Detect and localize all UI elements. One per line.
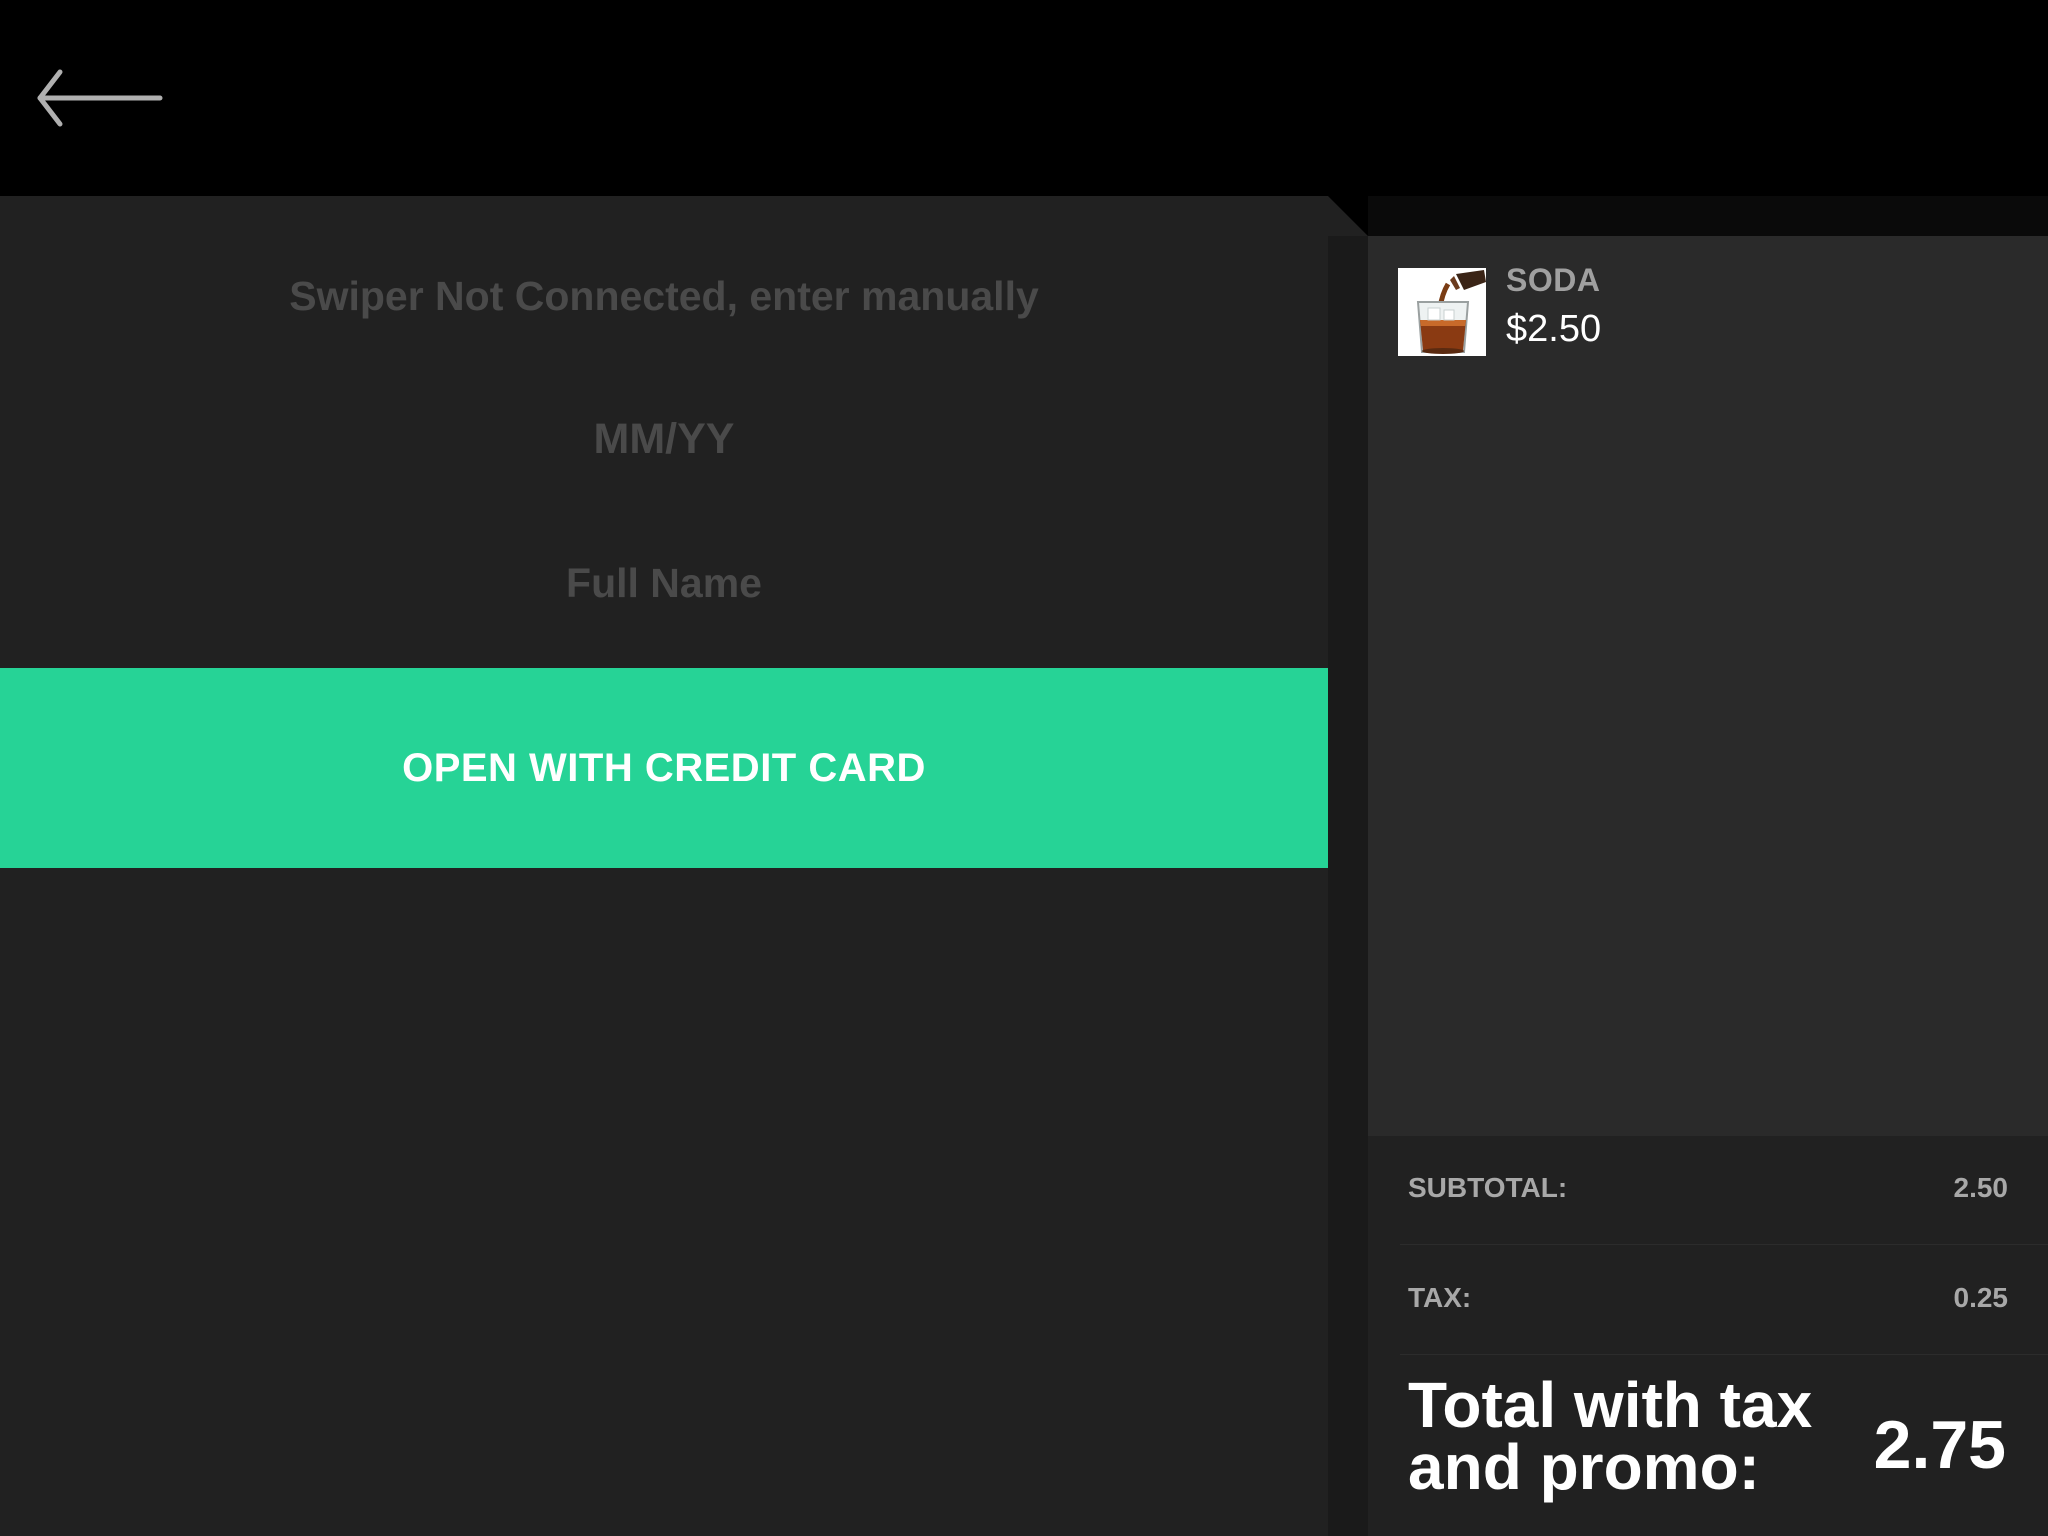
summary-divider <box>1400 1244 2048 1245</box>
panel-divider <box>1328 196 1368 1536</box>
top-bar <box>0 0 2048 196</box>
tax-label: TAX: <box>1408 1282 1472 1313</box>
item-name: SODA <box>1506 262 1601 298</box>
subtotal-value: 2.50 <box>1953 1172 2009 1203</box>
tax-value: 0.25 <box>1953 1282 2009 1313</box>
checkout-screen: Swiper Not Connected, enter manually MM/… <box>0 0 2048 1536</box>
order-header-strip <box>1368 196 2048 236</box>
divider-notch <box>1328 196 1368 236</box>
open-with-credit-card-button[interactable]: OPEN WITH CREDIT CARD <box>0 668 1328 868</box>
subtotal-row: SUBTOTAL: 2.50 <box>1408 1172 2008 1212</box>
tax-row: TAX: 0.25 <box>1408 1282 2008 1322</box>
order-summary: SUBTOTAL: 2.50 TAX: 0.25 Total with tax … <box>1368 1136 2048 1536</box>
item-price: $2.50 <box>1506 308 1602 350</box>
back-button[interactable] <box>30 58 170 138</box>
total-value: 2.75 <box>1873 1407 2006 1483</box>
full-name-field[interactable]: Full Name <box>0 528 1328 638</box>
order-items-list: SODA $2.50 <box>1368 236 2048 1136</box>
expiry-field[interactable]: MM/YY <box>0 384 1328 494</box>
payment-panel: Swiper Not Connected, enter manually MM/… <box>0 196 1328 1536</box>
subtotal-label: SUBTOTAL: <box>1408 1172 1568 1203</box>
summary-divider <box>1400 1354 2048 1355</box>
arrow-left-icon <box>37 69 163 127</box>
soda-glass-icon <box>1398 268 1486 356</box>
card-number-field[interactable]: Swiper Not Connected, enter manually <box>0 241 1328 351</box>
order-item[interactable]: SODA $2.50 <box>1398 252 2018 356</box>
total-label: Total with tax and promo: <box>1408 1369 1813 1503</box>
